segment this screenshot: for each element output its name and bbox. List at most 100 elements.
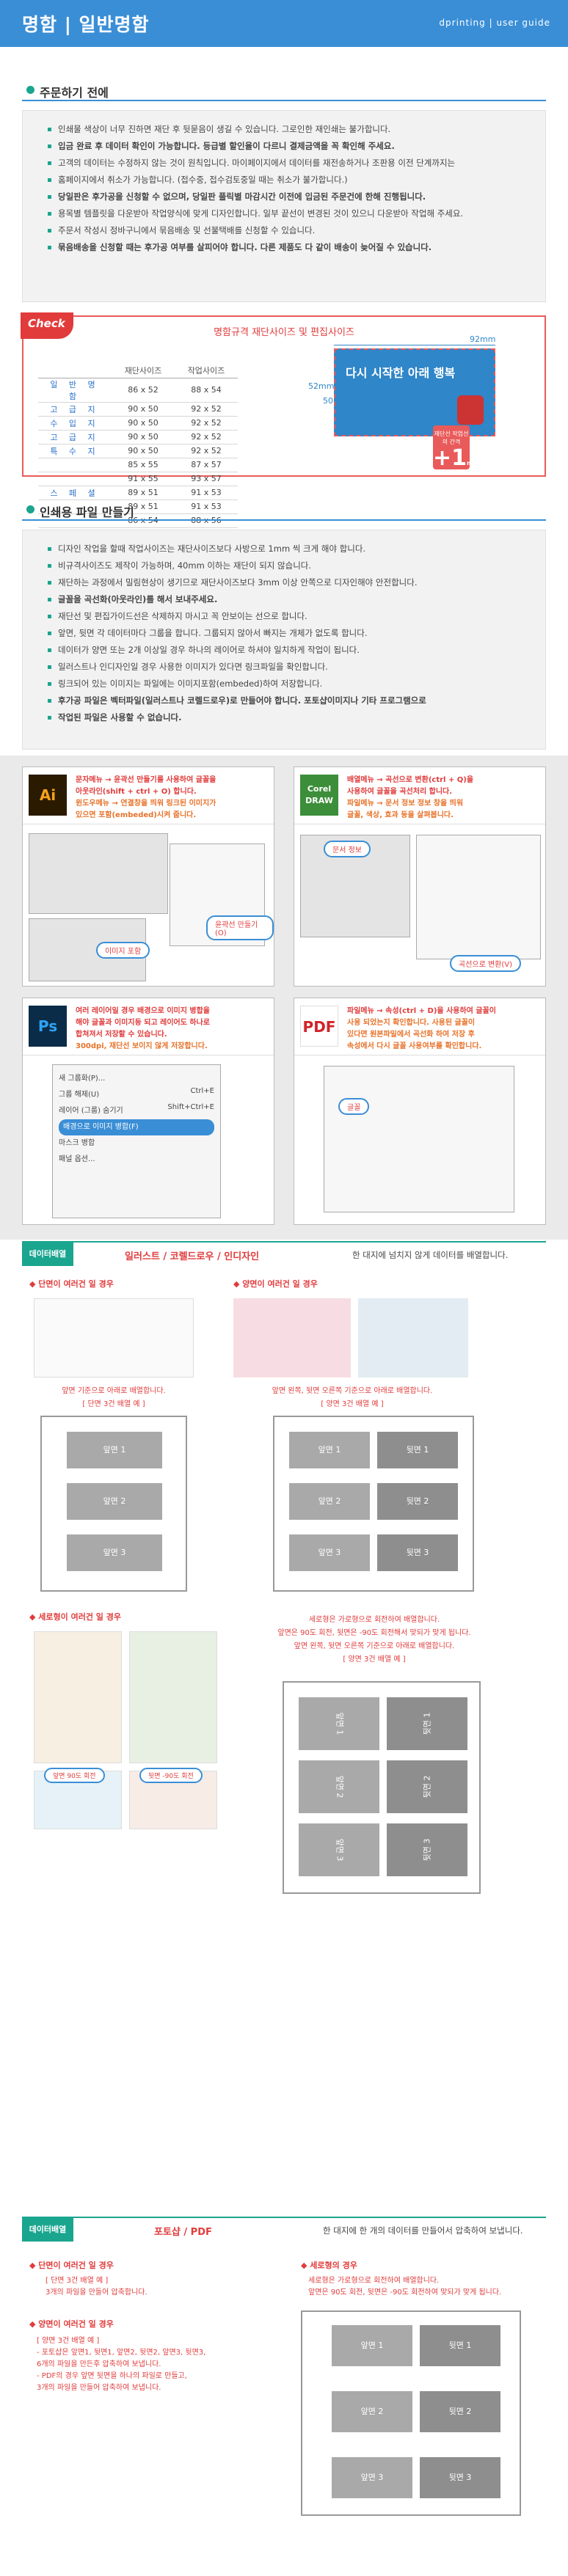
bubble-text: 재단선 작업선의 간격 bbox=[434, 431, 469, 445]
note-item: 당일판은 후가공을 신청할 수 없으며, 당일판 플릭별 마감시간 이전에 입금… bbox=[48, 189, 534, 205]
back-rotated-box: 뒷면 2 bbox=[387, 1760, 467, 1813]
cut-size: 90 x 50 bbox=[112, 416, 175, 431]
spec-row: 특 수 지 90 x 50 92 x 52 bbox=[38, 444, 238, 458]
pdf-line: 속성에서 다시 글꼴 사용여부를 확인합니다. bbox=[347, 1042, 482, 1050]
desc-line: [ 양면 3건 배열 예 ] bbox=[321, 1400, 384, 1408]
note-item: 입금 완료 후 데이터 확인이 가능합니다. 등급별 할인율이 다르니 결제금액… bbox=[48, 138, 534, 155]
single-desc: 앞면 기준으로 아래로 배열합니다. [ 단면 3건 배열 예 ] bbox=[29, 1385, 198, 1411]
front-box: 앞면 1 bbox=[332, 2325, 412, 2366]
note-item: 재단선 및 편집가이드선은 삭제하지 마시고 꼭 안보이는 선으로 합니다. bbox=[48, 608, 534, 625]
double-sample-front bbox=[233, 1298, 351, 1377]
bar-programs: 포토샵 / PDF bbox=[154, 2227, 212, 2238]
cut-size: 90 x 50 bbox=[112, 444, 175, 458]
pdf-screenshot bbox=[324, 1066, 514, 1212]
cdr-line: 글꼴, 색상, 효과 등을 살펴봅니다. bbox=[347, 811, 454, 819]
back-rotated-label: 뒷면 3 bbox=[422, 1838, 432, 1862]
make-notes: 디자인 작업을 할때 작업사이즈는 재단사이즈보다 사방으로 1mm 씩 크게 … bbox=[22, 530, 546, 750]
front-rotated-box: 앞면 1 bbox=[299, 1697, 379, 1750]
page-title: 명함 | 일반명함 bbox=[22, 14, 150, 35]
bar-description: 한 대지에 한 개의 데이터를 만들어서 압축하여 보냅니다. bbox=[323, 2225, 523, 2236]
double-title: ◆ 양면이 여러건 일 경우 bbox=[233, 1279, 318, 1289]
vertical-layout-frame: 앞면 1 뒷면 1 앞면 2 뒷면 2 앞면 3 뒷면 3 bbox=[283, 1681, 481, 1894]
single-title: ◆ 단면이 여러건 일 경우 bbox=[29, 1279, 114, 1289]
ps-single-desc: [ 단면 3건 배열 예 ] 3개의 파일을 만들어 압축합니다. bbox=[45, 2275, 148, 2299]
spec-row: 수 입 지 90 x 50 92 x 52 bbox=[38, 416, 238, 431]
back-box: 뒷면 3 bbox=[420, 2457, 500, 2498]
vertical-sample-front bbox=[34, 1631, 122, 1763]
front-rotated-label: 앞면 1 bbox=[335, 1712, 344, 1735]
work-size: 92 x 52 bbox=[175, 416, 238, 431]
pdf-icon: PDF bbox=[300, 1006, 338, 1047]
note-item: 글꼴을 곡선화(아웃라인)를 해서 보내주세요. bbox=[48, 591, 534, 608]
back-box: 뒷면 1 bbox=[420, 2325, 500, 2366]
spec-title: 명함규격 재단사이즈 및 편집사이즈 bbox=[214, 327, 354, 338]
card-preview: 다시 시작한 아래 행복 bbox=[334, 348, 495, 436]
width-label: 92mm bbox=[470, 334, 496, 344]
vertical-sample-back bbox=[129, 1631, 217, 1763]
work-size: 87 x 57 bbox=[175, 458, 238, 472]
col-header: 작업사이즈 bbox=[175, 364, 238, 378]
back-box: 뒷면 2 bbox=[420, 2391, 500, 2432]
plus-unit: mm bbox=[467, 460, 479, 466]
work-size: 92 x 52 bbox=[175, 430, 238, 444]
paper-type: 수 입 지 bbox=[38, 416, 112, 431]
pdf-panel: PDF 파일메뉴 → 속성(ctrl + D)을 사용하여 글꼴이 사용 되었는지… bbox=[294, 998, 546, 1225]
paper-type bbox=[38, 472, 112, 486]
desc-line: 앞면 왼쪽, 뒷면 오른쪽 기준으로 아래로 배열합니다. bbox=[294, 1642, 455, 1650]
note-item: 용목별 템플릿을 다운받아 작업양식에 맞게 디자인합니다. 일부 끝선이 변경… bbox=[48, 205, 534, 222]
cut-size: 90 x 50 bbox=[112, 430, 175, 444]
spec-row: 고 급 지 90 x 50 92 x 52 bbox=[38, 430, 238, 444]
pdf-callout: 글꼴 bbox=[338, 1098, 370, 1115]
desc-line: 앞면은 90도 회전, 뒷면은 -90도 회전하여 맞되가 맞게 됩니다. bbox=[308, 2288, 502, 2297]
height-label: 52mm bbox=[308, 381, 335, 391]
cdr-line: 파일메뉴 → 문서 정보 정보 창을 띄워 bbox=[347, 799, 464, 808]
back-rotated-box: 뒷면 3 bbox=[387, 1823, 467, 1876]
back-box: 뒷면 1 bbox=[377, 1432, 458, 1468]
card-illustration bbox=[457, 395, 484, 425]
spec-row: 91 x 55 93 x 57 bbox=[38, 472, 238, 486]
ps-single-title: ◆ 단면이 여러건 일 경우 bbox=[29, 2261, 114, 2270]
note-item: 재단하는 과정에서 밀림현상이 생기므로 재단사이즈보다 3mm 이상 안쪽으로… bbox=[48, 574, 534, 591]
bullet-icon bbox=[26, 505, 34, 513]
paper-type: 고 급 지 bbox=[38, 430, 112, 444]
ps-double-desc: [ 양면 3건 배열 예 ] - 포토샵은 앞면1, 뒷면1, 앞면2, 뒷면2,… bbox=[37, 2335, 205, 2394]
cdr-line: 사용하여 글꼴을 곡선처리 합니다. bbox=[347, 788, 453, 796]
vertical-desc: 세로형은 가로형으로 회전하여 배열합니다. 앞면은 90도 회전, 뒷면은 -9… bbox=[242, 1614, 506, 1666]
order-notes: 인쇄물 색상이 너무 진하면 재단 후 뒷묻음이 생길 수 있습니다. 그로인한… bbox=[22, 110, 546, 302]
work-size: 92 x 52 bbox=[175, 402, 238, 417]
note-item: 링크되어 있는 이미지는 파일에는 이미지포함(embeded)하여 저장합니다… bbox=[48, 676, 534, 692]
work-size: 92 x 52 bbox=[175, 444, 238, 458]
cdr-callout: 곡선으로 변환(V) bbox=[450, 955, 522, 972]
ai-screenshot bbox=[29, 833, 168, 914]
note-item: 디자인 작업을 할때 작업사이즈는 재단사이즈보다 사방으로 1mm 씩 크게 … bbox=[48, 541, 534, 557]
page-header: 명함 | 일반명함 dprinting | user guide bbox=[0, 0, 568, 47]
single-sample bbox=[34, 1298, 194, 1377]
note-item: 고객의 데이터는 수정하지 않는 것이 원칙입니다. 마이페이지에서 데이터를 … bbox=[48, 155, 534, 172]
paper-type: 고 급 지 bbox=[38, 402, 112, 417]
note-item: 비규격사이즈도 제작이 가능하며, 40mm 이하는 재단이 되지 않습니다. bbox=[48, 557, 534, 574]
ps-shortcut: Shift+Ctrl+E bbox=[167, 1103, 214, 1111]
note-item: 묶음배송을 신청할 때는 후가공 여부를 살피어야 합니다. 다른 제품도 다 … bbox=[48, 239, 534, 256]
ai-line: 문자메뉴 → 윤곽선 만들기를 사용하여 글꼴을 bbox=[76, 776, 216, 784]
coreldraw-panel: Corel DRAW 배열메뉴 → 곡선으로 변환(ctrl + Q)을 사용하여… bbox=[294, 766, 546, 987]
work-size: 93 x 57 bbox=[175, 472, 238, 486]
ps-line: 여러 레이어일 경우 배경으로 이미지 병합을 bbox=[76, 1007, 211, 1015]
rotate-label: 뒷면 -90도 회전 bbox=[139, 1768, 203, 1783]
front-box: 앞면 3 bbox=[67, 1534, 162, 1571]
front-rotated-box: 앞면 2 bbox=[299, 1760, 379, 1813]
note-item: 홈페이지에서 취소가 가능합니다. (접수중, 접수검토중일 때는 취소가 불가… bbox=[48, 172, 534, 189]
desc-line: [ 양면 3건 배열 예 ] bbox=[37, 2337, 100, 2345]
front-box: 앞면 1 bbox=[67, 1432, 162, 1468]
front-box: 앞면 2 bbox=[289, 1483, 370, 1520]
desc-line: 3개의 파일을 만들어 압축합니다. bbox=[45, 2288, 148, 2297]
cdr-line: 배열메뉴 → 곡선으로 변환(ctrl + Q)을 bbox=[347, 776, 474, 784]
cut-size: 89 x 51 bbox=[112, 486, 175, 500]
make-title: 인쇄용 파일 만들기 bbox=[40, 505, 134, 519]
pdf-line: 파일메뉴 → 속성(ctrl + D)을 사용하여 글꼴이 bbox=[347, 1007, 496, 1015]
front-rotated-label: 앞면 3 bbox=[335, 1838, 344, 1862]
ps-vertical-title: ◆ 세로형의 경우 bbox=[301, 2261, 357, 2270]
desc-line: 세로형은 가로형으로 회전하여 배열합니다. bbox=[308, 1616, 440, 1624]
ps-line: 300dpi, 재단선 보이지 않게 저장합니다. bbox=[76, 1042, 208, 1050]
desc-line: 앞면 기준으로 아래로 배열합니다. bbox=[62, 1387, 166, 1395]
note-item: 인쇄물 색상이 너무 진하면 재단 후 뒷묻음이 생길 수 있습니다. 그로인한… bbox=[48, 121, 534, 138]
